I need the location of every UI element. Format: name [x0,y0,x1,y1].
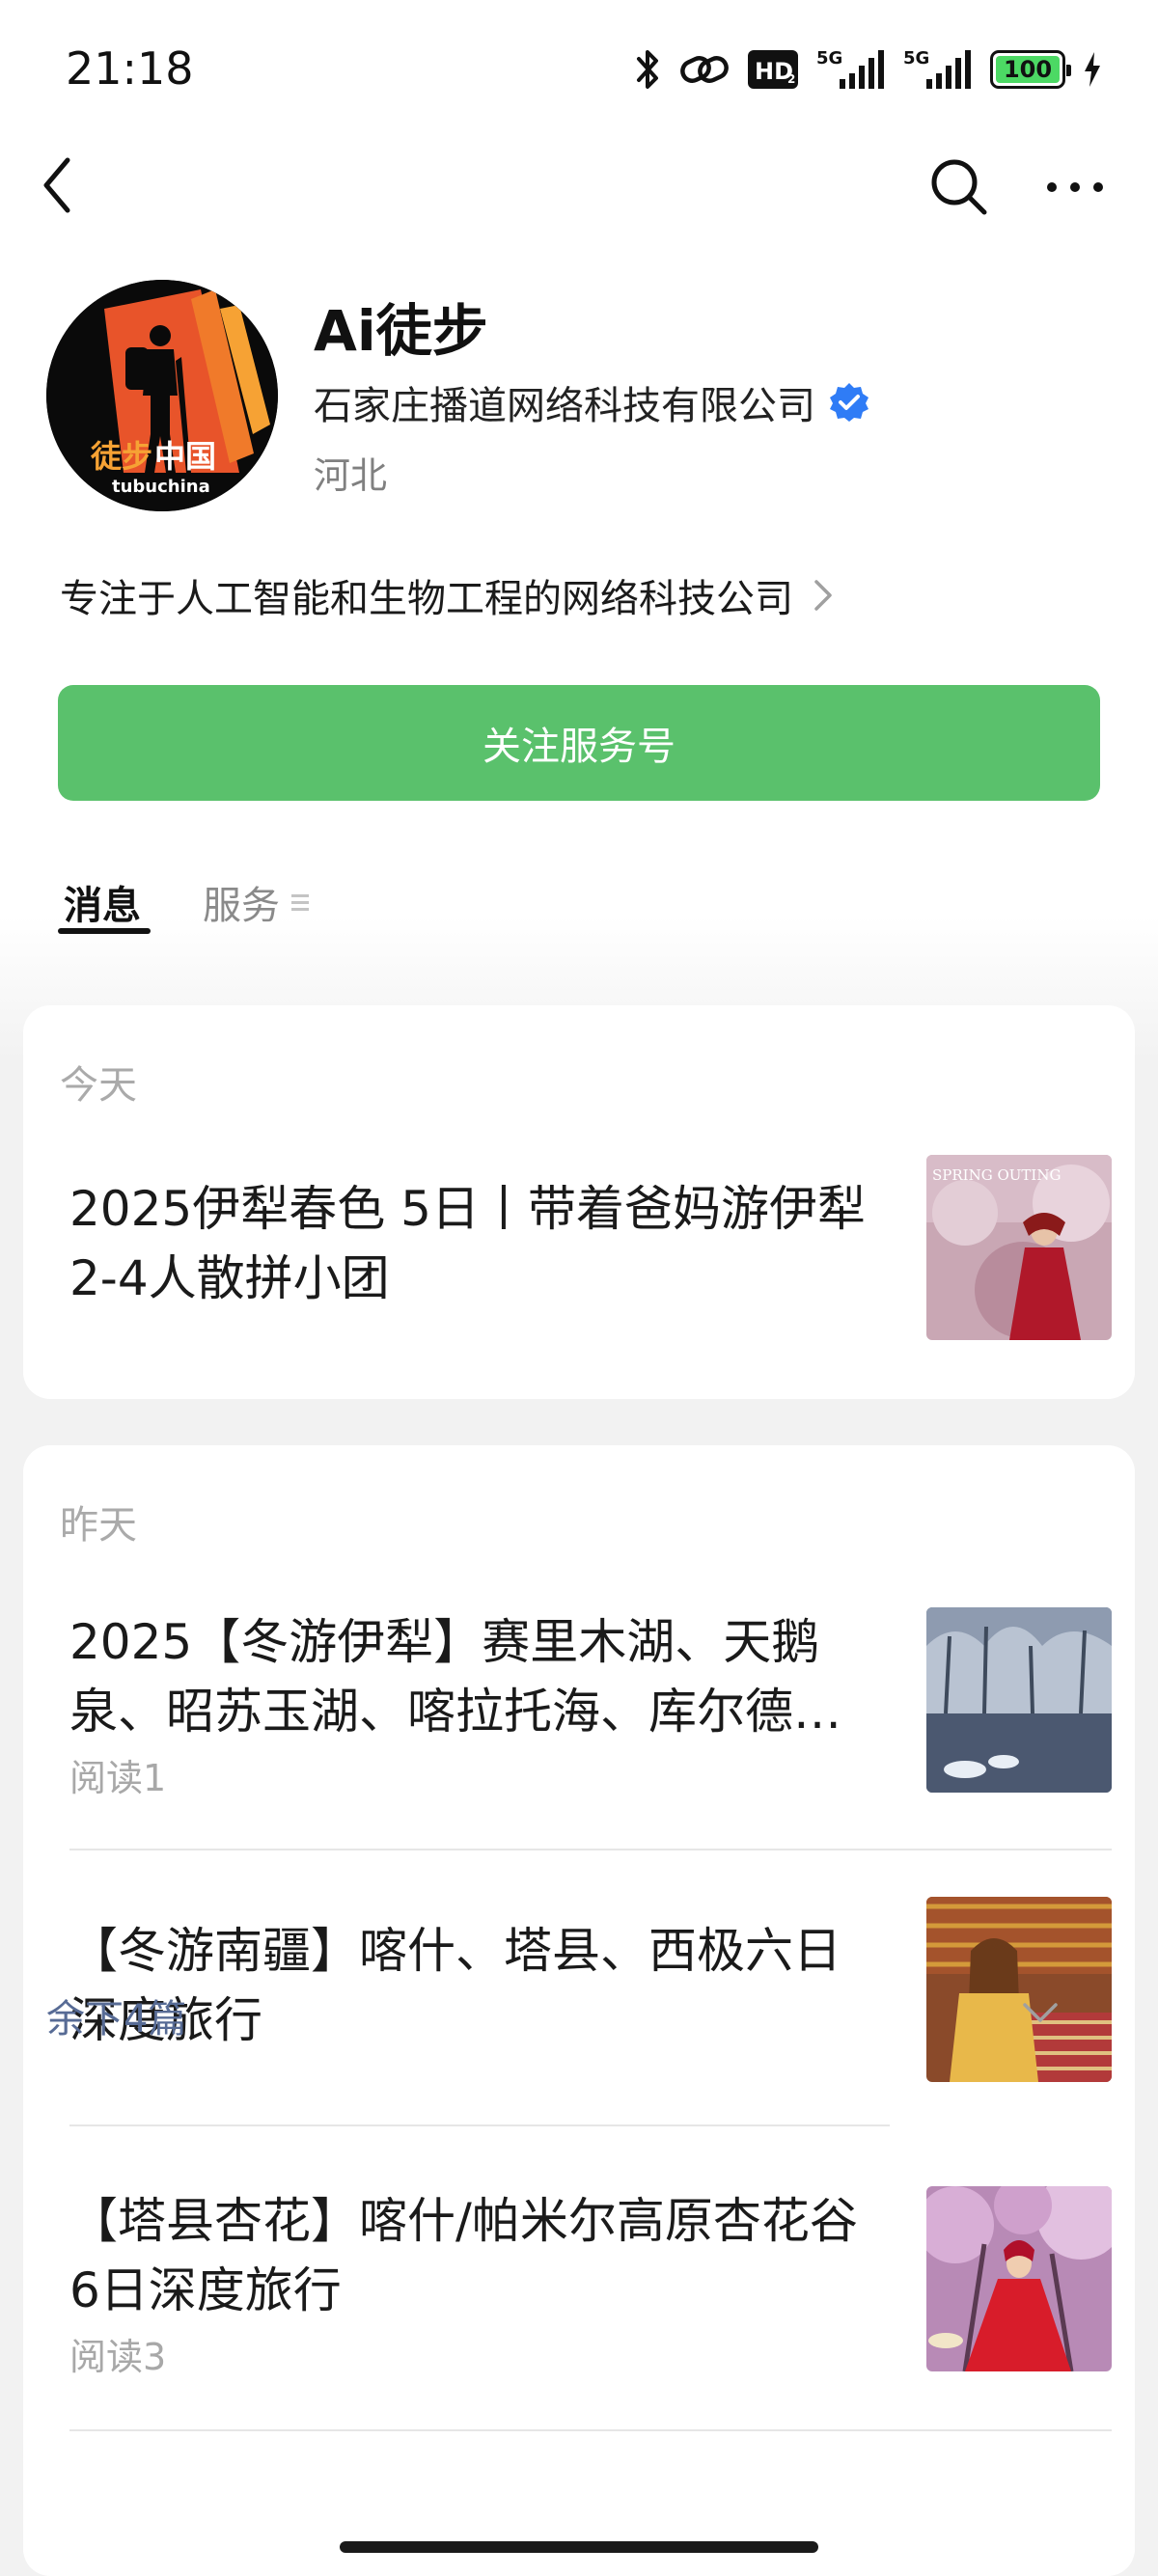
avatar[interactable]: 徒步 中国 tubuchina [46,280,278,511]
article-item[interactable]: 2025伊犁春色 5日丨带着爸妈游伊犁 2-4人散拼小团 SPRING OUTI… [69,1155,1112,1340]
search-icon[interactable] [928,156,988,216]
article-title: 【塔县杏花】喀什/帕米尔高原杏花谷6日深度旅行 [69,2193,858,2318]
svg-text:2: 2 [787,72,795,86]
tab-services-label: 服务 [203,884,280,928]
divider [69,1849,1112,1850]
message-card-today: 今天 2025伊犁春色 5日丨带着爸妈游伊犁 2-4人散拼小团 SPRING O… [23,1005,1135,1399]
article-item[interactable]: 2025【冬游伊犁】赛里木湖、天鹅泉、昭苏玉湖、喀拉托海、库尔德宁冬游 阅读1 [69,1607,1112,1799]
back-icon[interactable] [37,154,83,216]
more-icon[interactable] [1044,174,1106,201]
svg-text:中国: 中国 [154,438,216,475]
avatar-logo-text: 徒步 [90,438,152,475]
article-item[interactable]: 【塔县杏花】喀什/帕米尔高原杏花谷6日深度旅行 阅读3 [69,2186,1112,2378]
svg-text:5G: 5G [903,48,929,69]
divider [69,2124,890,2126]
status-bar: 21:18 HD 2 5G 5G 100 [0,0,1158,135]
company-row[interactable]: 石家庄播道网络科技有限公司 [314,374,869,430]
account-name: Ai徒步 [314,298,488,364]
article-thumbnail [926,1897,1112,2082]
chevron-down-icon[interactable] [1021,2001,1060,2024]
verified-icon [830,383,868,422]
hd-voice-icon: HD 2 [748,50,798,89]
thumbnail-caption: SPRING OUTING [932,1166,1061,1184]
article-thumbnail [926,2186,1112,2371]
article-item[interactable]: 【冬游南疆】喀什、塔县、西极六日深度旅行 [69,1897,1112,2082]
charging-icon [1085,52,1100,87]
read-count: 阅读1 [69,1757,167,1799]
link-icon [680,56,729,83]
svg-text:tubuchina: tubuchina [112,477,210,497]
signal-5g-icon: 5G [903,48,971,89]
bluetooth-icon [637,50,658,89]
date-label-today: 今天 [60,1063,137,1108]
region: 河北 [314,454,388,497]
description-row[interactable]: 专注于人工智能和生物工程的网络科技公司 [60,567,834,623]
signal-5g-icon: 5G [816,48,884,89]
home-indicator[interactable] [340,2541,818,2553]
battery-level: 100 [996,56,1060,83]
tab-services[interactable]: 服务 [203,874,311,930]
follow-button[interactable]: 关注服务号 [58,685,1100,801]
read-count: 阅读3 [69,2336,167,2378]
menu-lines-icon [291,894,309,911]
status-time: 21:18 [66,42,194,95]
tab-active-indicator [58,928,151,934]
divider [69,2429,1112,2431]
article-thumbnail: SPRING OUTING [926,1155,1112,1340]
date-label-yesterday: 昨天 [60,1503,137,1548]
article-title: 2025【冬游伊犁】赛里木湖、天鹅泉、昭苏玉湖、喀拉托海、库尔德宁冬游 [69,1614,841,1740]
remaining-articles-link[interactable]: 余下4篇 [46,1987,186,2043]
tab-messages[interactable]: 消息 [64,874,141,930]
chevron-right-icon [814,580,832,611]
article-title: 2025伊犁春色 5日丨带着爸妈游伊犁 2-4人散拼小团 [69,1181,866,1306]
account-description: 专注于人工智能和生物工程的网络科技公司 [60,577,793,621]
company-name: 石家庄播道网络科技有限公司 [314,384,815,428]
status-icons: HD 2 5G 5G 100 [635,42,1102,96]
article-title: 【冬游南疆】喀什、塔县、西极六日深度旅行 [69,1923,841,2048]
svg-text:5G: 5G [816,48,842,69]
battery-icon: 100 [990,50,1071,89]
article-thumbnail [926,1607,1112,1793]
message-card-yesterday: 昨天 2025【冬游伊犁】赛里木湖、天鹅泉、昭苏玉湖、喀拉托海、库尔德宁冬游 阅… [23,1445,1135,2576]
